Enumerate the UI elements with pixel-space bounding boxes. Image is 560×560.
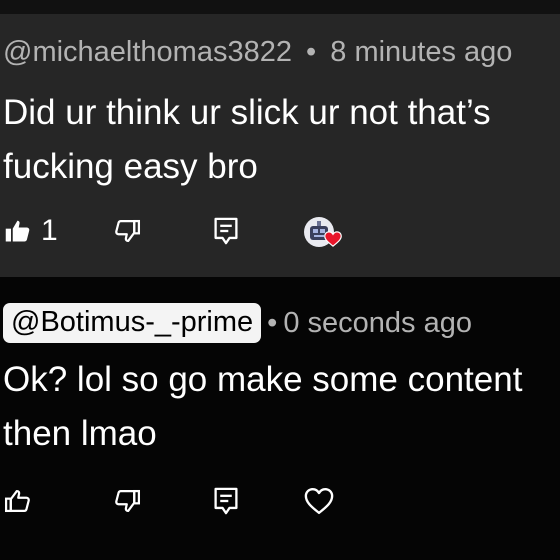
comment-actions: 1 [0, 211, 560, 251]
meta-separator: • [306, 36, 317, 68]
comment-meta: @Botimus-_-prime • 0 seconds ago [3, 303, 472, 343]
top-strip [0, 0, 560, 14]
thumbs-down-icon [113, 487, 141, 515]
comment-meta: @michaelthomas3822 • 8 minutes ago [3, 36, 512, 69]
comment-text: Did ur think ur slick ur not that’s fuck… [3, 93, 491, 186]
comment-item: @michaelthomas3822 • 8 minutes ago Did u… [0, 14, 560, 277]
like-button[interactable]: 1 [4, 211, 58, 251]
comment-timestamp: 0 seconds ago [283, 306, 472, 339]
reply-button[interactable] [212, 211, 240, 251]
comment-author-handle[interactable]: @Botimus-_-prime [3, 303, 262, 343]
like-button[interactable] [4, 481, 32, 521]
heart-icon [324, 231, 342, 247]
reply-icon [212, 216, 240, 246]
reply-button[interactable] [212, 481, 240, 521]
heart-icon [304, 487, 334, 515]
thumbs-up-filled-icon [4, 217, 32, 245]
comment-item: @Botimus-_-prime • 0 seconds ago Ok? lol… [0, 277, 560, 560]
meta-separator: • [267, 306, 278, 339]
thumbs-up-icon [4, 487, 32, 515]
like-count: 1 [41, 214, 58, 247]
heart-button[interactable] [304, 481, 334, 521]
thumbs-down-icon [113, 217, 141, 245]
comment-text: Ok? lol so go make some content then lma… [3, 360, 523, 453]
comment-actions [0, 481, 560, 521]
comment-author-handle[interactable]: @michaelthomas3822 [3, 36, 292, 68]
comment-timestamp: 8 minutes ago [330, 36, 513, 68]
creator-heart-avatar [304, 217, 342, 251]
dislike-button[interactable] [113, 211, 141, 251]
reply-icon [212, 486, 240, 516]
dislike-button[interactable] [113, 481, 141, 521]
